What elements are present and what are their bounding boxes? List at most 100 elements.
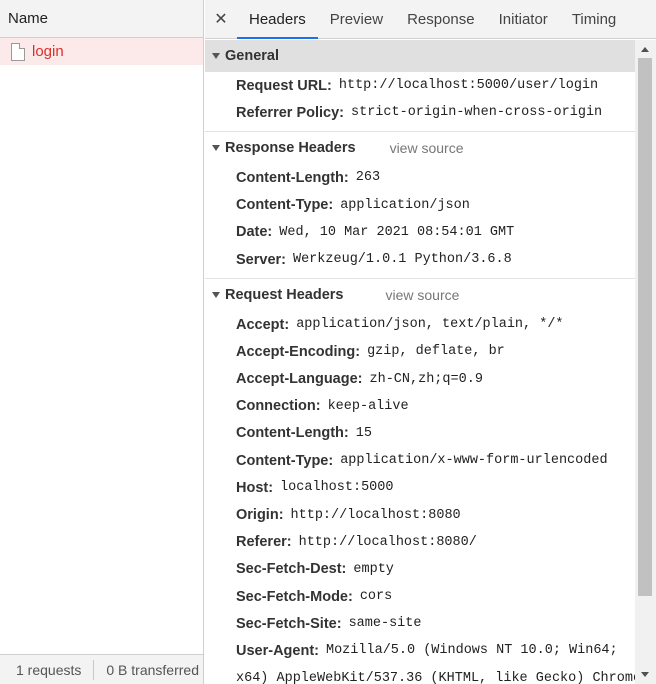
status-divider	[93, 659, 95, 680]
tab-preview-label: Preview	[329, 10, 384, 28]
header-row: Sec-Fetch-Dest: empty	[205, 556, 635, 583]
header-row: Host: localhost:5000	[205, 474, 635, 501]
close-icon[interactable]: ✕	[205, 0, 237, 38]
response-headers-section: Response Headers view source Content-Len…	[205, 132, 635, 280]
header-row: Server: Werkzeug/1.0.1 Python/3.6.8	[205, 246, 635, 273]
tab-timing-label: Timing	[571, 10, 617, 28]
response-headers-title: Response Headers	[225, 140, 356, 157]
header-row: Accept: application/json, text/plain, */*	[205, 311, 635, 338]
header-row: Referer: http://localhost:8080/	[205, 529, 635, 556]
header-row: Date: Wed, 10 Mar 2021 08:54:01 GMT	[205, 219, 635, 246]
request-headers-section: Request Headers view source Accept: appli…	[205, 279, 635, 684]
header-key: Origin:	[236, 507, 284, 524]
header-key: Content-Length:	[236, 169, 349, 186]
header-row: Origin: http://localhost:8080	[205, 501, 635, 528]
request-row-login[interactable]: login	[0, 38, 203, 65]
header-key: Accept:	[236, 316, 290, 333]
header-row: Content-Type: application/x-www-form-urle…	[205, 447, 635, 474]
header-value: http://localhost:8080/	[298, 534, 477, 550]
header-row: Request URL: http://localhost:5000/user/…	[205, 72, 635, 99]
details-scrollbar[interactable]	[635, 40, 656, 684]
details-tabbar: ✕ Headers Preview Response Initiator Tim…	[205, 0, 656, 39]
request-view-source-link[interactable]: view source	[385, 287, 459, 303]
header-row-continuation: x64) AppleWebKit/537.36 (KHTML, like Gec…	[205, 665, 635, 684]
header-value: 15	[355, 425, 372, 441]
header-value: same-site	[348, 616, 422, 632]
request-headers-section-header[interactable]: Request Headers view source	[205, 279, 635, 311]
tab-preview[interactable]: Preview	[318, 0, 395, 38]
header-row: Sec-Fetch-Mode: cors	[205, 583, 635, 610]
collapse-triangle-icon	[212, 145, 220, 152]
header-value: zh-CN,zh;q=0.9	[369, 371, 483, 387]
collapse-triangle-icon	[212, 292, 220, 299]
header-key: Referer:	[236, 534, 292, 551]
header-value: 263	[355, 170, 381, 186]
tab-timing[interactable]: Timing	[560, 0, 628, 38]
header-value: Werkzeug/1.0.1 Python/3.6.8	[292, 252, 512, 268]
header-value: application/x-www-form-urlencoded	[340, 453, 608, 469]
header-key: Content-Type:	[236, 197, 334, 214]
header-row: Sec-Fetch-Site: same-site	[205, 610, 635, 637]
header-key: Server:	[236, 251, 286, 268]
scrollbar-thumb[interactable]	[638, 58, 652, 596]
header-row: User-Agent: Mozilla/5.0 (Windows NT 10.0;…	[205, 637, 635, 664]
header-key: Sec-Fetch-Mode:	[236, 588, 353, 605]
header-key: Host:	[236, 479, 274, 496]
header-value: Wed, 10 Mar 2021 08:54:01 GMT	[279, 224, 515, 240]
header-value: localhost:5000	[280, 480, 394, 496]
header-key: Sec-Fetch-Site:	[236, 615, 342, 632]
header-key: Referrer Policy:	[236, 104, 344, 121]
header-key: Connection:	[236, 398, 321, 415]
request-list-panel: Name login 1 requests 0 B transferred	[0, 0, 204, 684]
header-key: User-Agent:	[236, 642, 319, 659]
header-row: Content-Length: 15	[205, 420, 635, 447]
header-value: cors	[359, 589, 393, 605]
header-key: Request URL:	[236, 77, 332, 94]
response-view-source-link[interactable]: view source	[390, 140, 464, 156]
general-section: General Request URL: http://localhost:50…	[205, 40, 635, 133]
tab-response-label: Response	[407, 10, 475, 28]
header-row: Accept-Language: zh-CN,zh;q=0.9	[205, 366, 635, 393]
header-value: Mozilla/5.0 (Windows NT 10.0; Win64;	[325, 643, 618, 659]
header-value: application/json	[340, 197, 470, 213]
header-value: gzip, deflate, br	[367, 344, 505, 360]
header-key: Accept-Encoding:	[236, 343, 361, 360]
header-row: Connection: keep-alive	[205, 393, 635, 420]
header-value: application/json, text/plain, */*	[296, 317, 564, 333]
header-value: http://localhost:8080	[290, 507, 461, 523]
general-title: General	[225, 48, 279, 64]
header-value: strict-origin-when-cross-origin	[351, 105, 603, 121]
scroll-up-arrow-icon[interactable]	[641, 47, 649, 52]
header-key: Accept-Language:	[236, 371, 363, 388]
headers-content: General Request URL: http://localhost:50…	[205, 40, 635, 684]
name-column-label: Name	[8, 10, 49, 27]
header-row: Referrer Policy: strict-origin-when-cros…	[205, 99, 635, 126]
request-count: 1 requests	[16, 661, 82, 678]
scroll-down-arrow-icon[interactable]	[641, 672, 649, 677]
request-name: login	[32, 43, 64, 60]
request-details-panel: ✕ Headers Preview Response Initiator Tim…	[205, 0, 656, 684]
response-headers-section-header[interactable]: Response Headers view source	[205, 132, 635, 164]
tab-initiator-label: Initiator	[498, 10, 548, 28]
header-row: Content-Type: application/json	[205, 192, 635, 219]
header-value: http://localhost:5000/user/login	[338, 78, 599, 94]
request-headers-title: Request Headers	[225, 287, 344, 304]
transferred-size: 0 B transferred	[106, 661, 199, 678]
general-section-header[interactable]: General	[205, 40, 635, 72]
header-value: empty	[353, 561, 394, 577]
header-key: Date:	[236, 224, 273, 241]
tab-initiator[interactable]: Initiator	[487, 0, 560, 38]
header-key: Sec-Fetch-Dest:	[236, 561, 347, 578]
tab-headers-label: Headers	[249, 10, 306, 28]
tab-headers[interactable]: Headers	[237, 0, 318, 39]
document-icon	[11, 42, 25, 61]
header-value-continuation: x64) AppleWebKit/537.36 (KHTML, like Gec…	[236, 670, 635, 684]
collapse-triangle-icon	[212, 53, 220, 59]
header-row: Accept-Encoding: gzip, deflate, br	[205, 338, 635, 365]
header-key: Content-Type:	[236, 452, 334, 469]
status-bar: 1 requests 0 B transferred	[0, 654, 203, 684]
tab-response[interactable]: Response	[395, 0, 487, 38]
header-key: Content-Length:	[236, 425, 349, 442]
header-value: keep-alive	[327, 398, 409, 414]
name-column-header[interactable]: Name	[0, 0, 203, 38]
